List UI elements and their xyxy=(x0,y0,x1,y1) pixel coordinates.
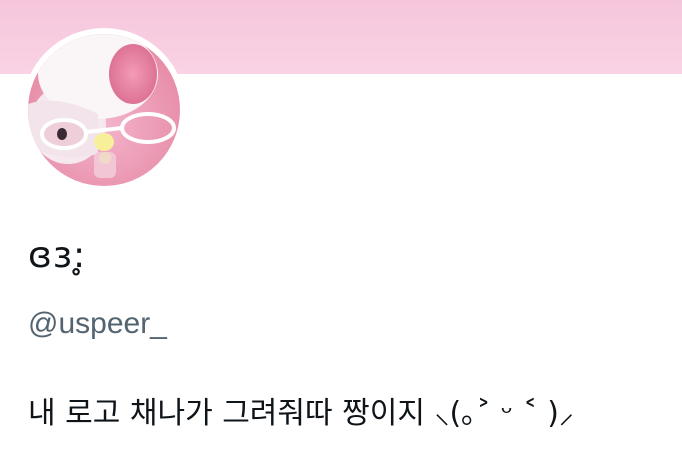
username-handle: @uspeer_ xyxy=(28,307,167,340)
plush-avatar-icon xyxy=(28,34,180,186)
profile-avatar[interactable] xyxy=(28,34,180,186)
profile-bio: 내 로고 채나가 그려줘따 짱이지 ⸜(｡˃ ᵕ ˂ )⸝ xyxy=(28,396,574,431)
display-name: ɞɜ:̥ xyxy=(28,235,87,276)
profile-header: ɞɜ:̥ @uspeer_ 내 로고 채나가 그려줘따 짱이지 ⸜(｡˃ ᵕ ˂… xyxy=(0,0,682,463)
